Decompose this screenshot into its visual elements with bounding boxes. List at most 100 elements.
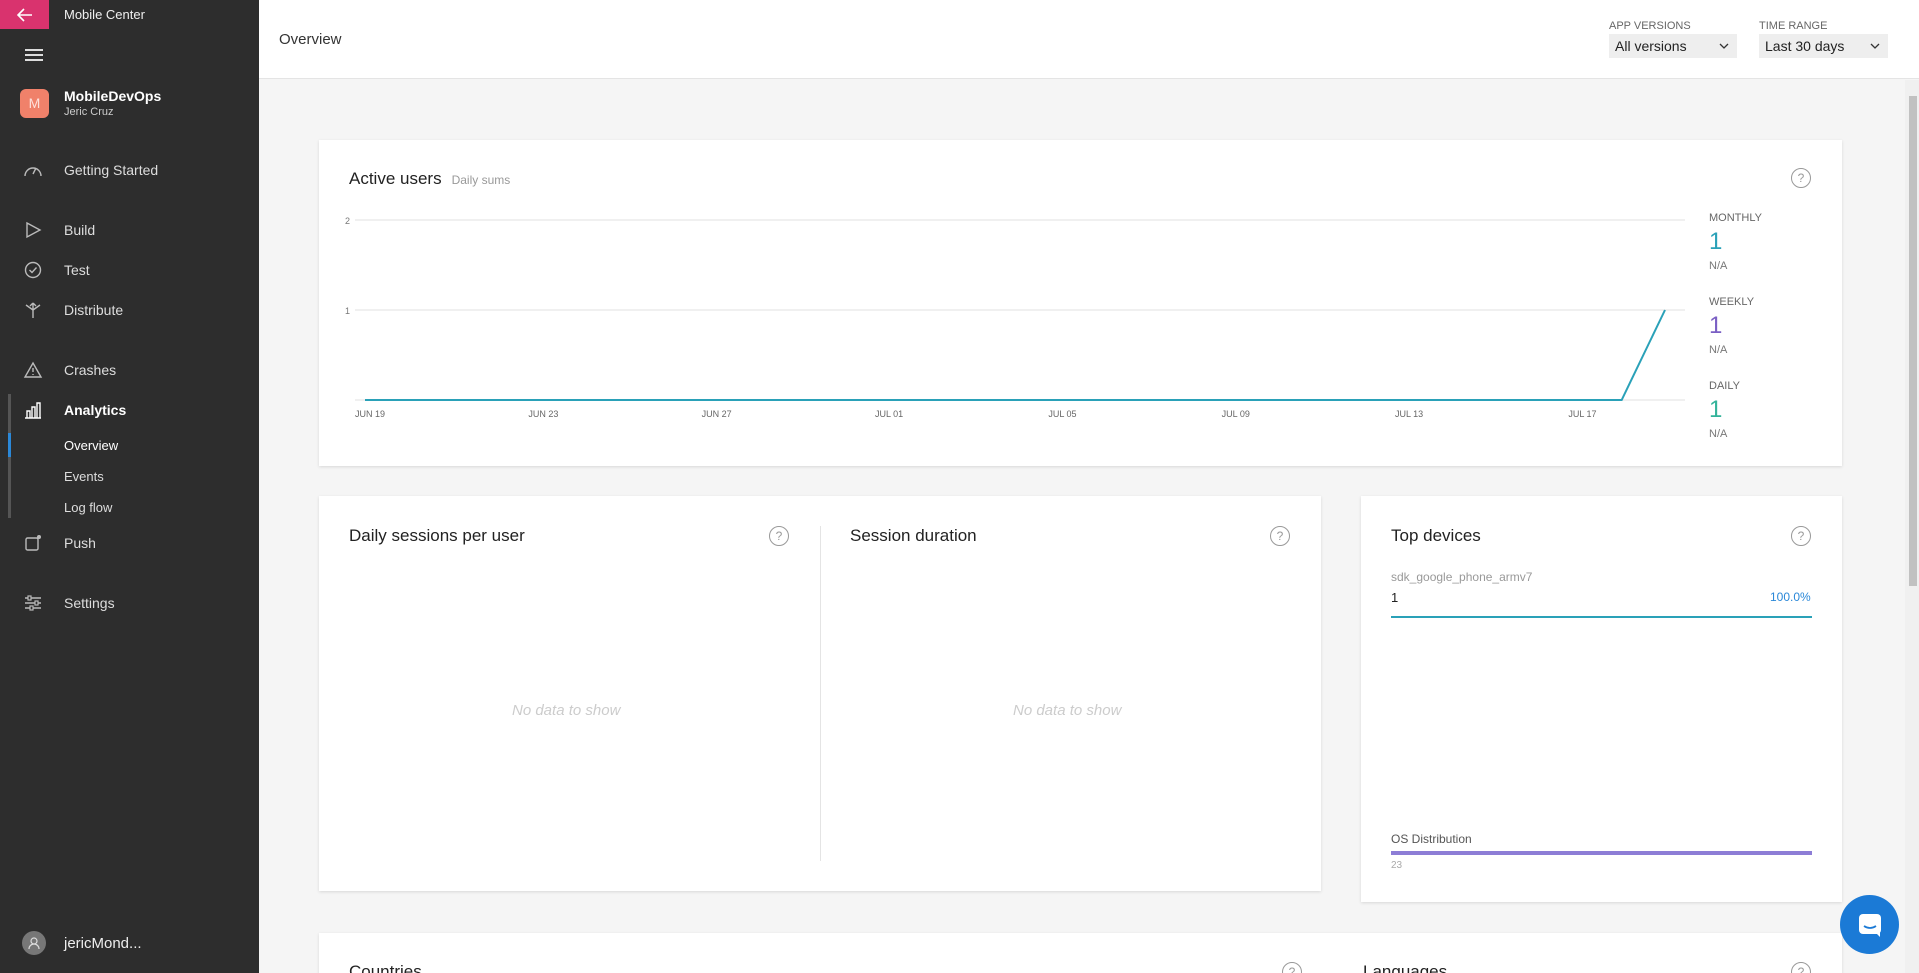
- menu-icon[interactable]: [25, 49, 43, 61]
- weekly-stat: WEEKLY 1 N/A: [1709, 296, 1754, 356]
- time-range-label: TIME RANGE: [1759, 20, 1828, 32]
- org-switcher[interactable]: M MobileDevOps Jeric Cruz: [20, 88, 161, 118]
- help-icon[interactable]: ?: [1791, 526, 1811, 546]
- x-tick-label: JUN 27: [702, 409, 732, 419]
- nav-settings-label: Settings: [64, 595, 115, 611]
- sliders-icon: [22, 592, 44, 614]
- app-versions-select[interactable]: All versions: [1609, 34, 1737, 58]
- time-range-filter: TIME RANGE Last 30 days: [1759, 20, 1888, 58]
- nav-push-label: Push: [64, 535, 96, 551]
- nav-getting-started[interactable]: Getting Started: [0, 154, 259, 186]
- chevron-down-icon: [1719, 43, 1729, 49]
- page-title: Overview: [279, 31, 342, 48]
- languages-title: Languages: [1363, 962, 1448, 973]
- nav-push[interactable]: Push: [0, 527, 259, 559]
- active-users-title: Active users Daily sums: [349, 169, 510, 189]
- distribute-icon: [22, 299, 44, 321]
- nav-crashes[interactable]: Crashes: [0, 354, 259, 386]
- top-bar: Overview APP VERSIONS All versions TIME …: [259, 0, 1919, 79]
- help-icon[interactable]: ?: [769, 526, 789, 546]
- nav-overview-label: Overview: [64, 437, 119, 453]
- warning-icon: [22, 359, 44, 381]
- push-icon: [22, 532, 44, 554]
- monthly-stat: MONTHLY 1 N/A: [1709, 212, 1762, 272]
- y-tick-label: 2: [345, 216, 350, 226]
- app-title: Mobile Center: [64, 7, 145, 22]
- device-percent: 100.0%: [1770, 590, 1811, 604]
- device-share-bar: [1391, 616, 1812, 618]
- nav-log-flow-label: Log flow: [64, 499, 113, 515]
- nav-test-label: Test: [64, 262, 90, 278]
- x-tick-label: JUL 01: [875, 409, 903, 419]
- active-users-chart: 1 2 JUN 19 JUN 23 JUN 27 JUL 01 JUL 05 JUL 09 JU…: [345, 216, 1685, 419]
- app-versions-filter: APP VERSIONS All versions: [1609, 20, 1737, 58]
- x-tick-label: JUL 05: [1048, 409, 1076, 419]
- nav-distribute-label: Distribute: [64, 302, 124, 318]
- account-username: jericMond...: [64, 934, 142, 952]
- time-range-value: Last 30 days: [1765, 38, 1845, 54]
- app-versions-label: APP VERSIONS: [1609, 20, 1691, 32]
- time-range-select[interactable]: Last 30 days: [1759, 34, 1888, 58]
- nav-analytics-label: Analytics: [64, 402, 127, 418]
- weekly-change: N/A: [1709, 344, 1728, 356]
- divider: [820, 526, 821, 861]
- sidebar: Mobile Center M MobileDevOps Jeric Cruz …: [0, 0, 259, 973]
- os-distribution-bar: [1391, 851, 1812, 855]
- chat-button[interactable]: [1840, 895, 1899, 954]
- user-avatar-icon: [22, 931, 46, 955]
- sessions-title: Daily sessions per user: [349, 526, 525, 545]
- sessions-empty-text: No data to show: [512, 702, 621, 719]
- os-version-value: 23: [1391, 860, 1403, 871]
- chat-icon: [1858, 913, 1881, 937]
- weekly-label: WEEKLY: [1709, 296, 1755, 308]
- nav-events-label: Events: [64, 468, 104, 484]
- daily-change: N/A: [1709, 428, 1728, 440]
- speedometer-icon: [22, 159, 44, 181]
- active-users-title-text: Active users: [349, 169, 442, 188]
- scrollbar-thumb[interactable]: [1909, 96, 1917, 586]
- top-devices-title: Top devices: [1391, 526, 1481, 545]
- org-avatar: M: [20, 88, 49, 118]
- monthly-value: 1: [1709, 228, 1723, 255]
- nav-overview[interactable]: Overview: [0, 432, 259, 458]
- monthly-label: MONTHLY: [1709, 212, 1762, 224]
- check-circle-icon: [22, 259, 44, 281]
- x-tick-label: JUL 09: [1222, 409, 1250, 419]
- duration-empty-text: No data to show: [1013, 702, 1122, 719]
- countries-title: Countries: [349, 962, 422, 973]
- monthly-change: N/A: [1709, 260, 1728, 272]
- nav-settings[interactable]: Settings: [0, 587, 259, 619]
- app-versions-value: All versions: [1615, 38, 1687, 54]
- nav-build-label: Build: [64, 222, 96, 238]
- x-tick-label: JUL 13: [1395, 409, 1423, 419]
- device-count: 1: [1391, 590, 1399, 605]
- active-users-subtitle: Daily sums: [451, 173, 511, 187]
- help-icon[interactable]: ?: [1791, 168, 1811, 188]
- x-tick-label: JUL 17: [1568, 409, 1596, 419]
- arrow-left-icon: [16, 7, 32, 22]
- nav-log-flow[interactable]: Log flow: [0, 494, 259, 520]
- countries-languages-card: [319, 933, 1842, 973]
- org-name: MobileDevOps: [64, 88, 162, 104]
- back-button[interactable]: [0, 0, 49, 29]
- nav-build[interactable]: Build: [0, 214, 259, 246]
- daily-value: 1: [1709, 396, 1723, 423]
- device-name: sdk_google_phone_armv7: [1391, 570, 1533, 584]
- nav-events[interactable]: Events: [0, 463, 259, 489]
- duration-title: Session duration: [850, 526, 977, 545]
- nav-crashes-label: Crashes: [64, 362, 117, 378]
- nav-test[interactable]: Test: [0, 254, 259, 286]
- nav-analytics[interactable]: Analytics: [0, 394, 259, 426]
- help-icon[interactable]: ?: [1270, 526, 1290, 546]
- daily-label: DAILY: [1709, 380, 1740, 392]
- nav-distribute[interactable]: Distribute: [0, 294, 259, 326]
- x-tick-label: JUN 23: [528, 409, 558, 419]
- x-tick-label: JUN 19: [355, 409, 385, 419]
- account-menu[interactable]: jericMond...: [22, 931, 142, 955]
- nav-getting-started-label: Getting Started: [64, 162, 159, 178]
- weekly-value: 1: [1709, 312, 1723, 339]
- daily-stat: DAILY 1 N/A: [1709, 380, 1740, 440]
- bar-chart-icon: [22, 399, 44, 421]
- chevron-down-icon: [1870, 43, 1880, 49]
- play-icon: [22, 219, 44, 241]
